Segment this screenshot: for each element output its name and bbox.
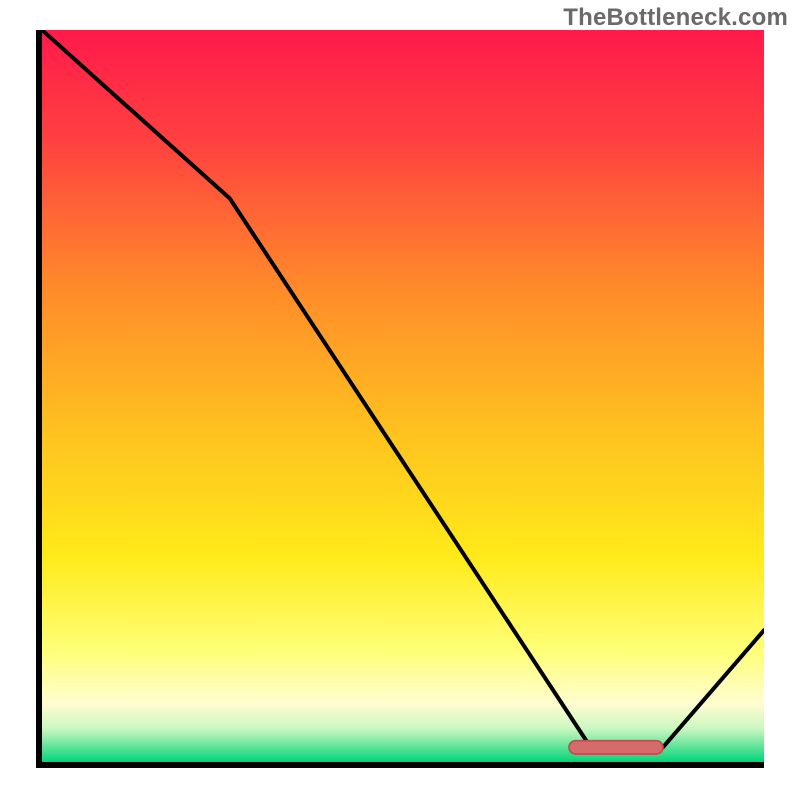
optimal-range-marker xyxy=(569,741,663,754)
plot-svg xyxy=(42,30,764,762)
plot-area xyxy=(36,30,764,768)
gradient-background xyxy=(42,30,764,762)
chart-container: TheBottleneck.com xyxy=(0,0,800,800)
watermark-text: TheBottleneck.com xyxy=(563,4,788,32)
